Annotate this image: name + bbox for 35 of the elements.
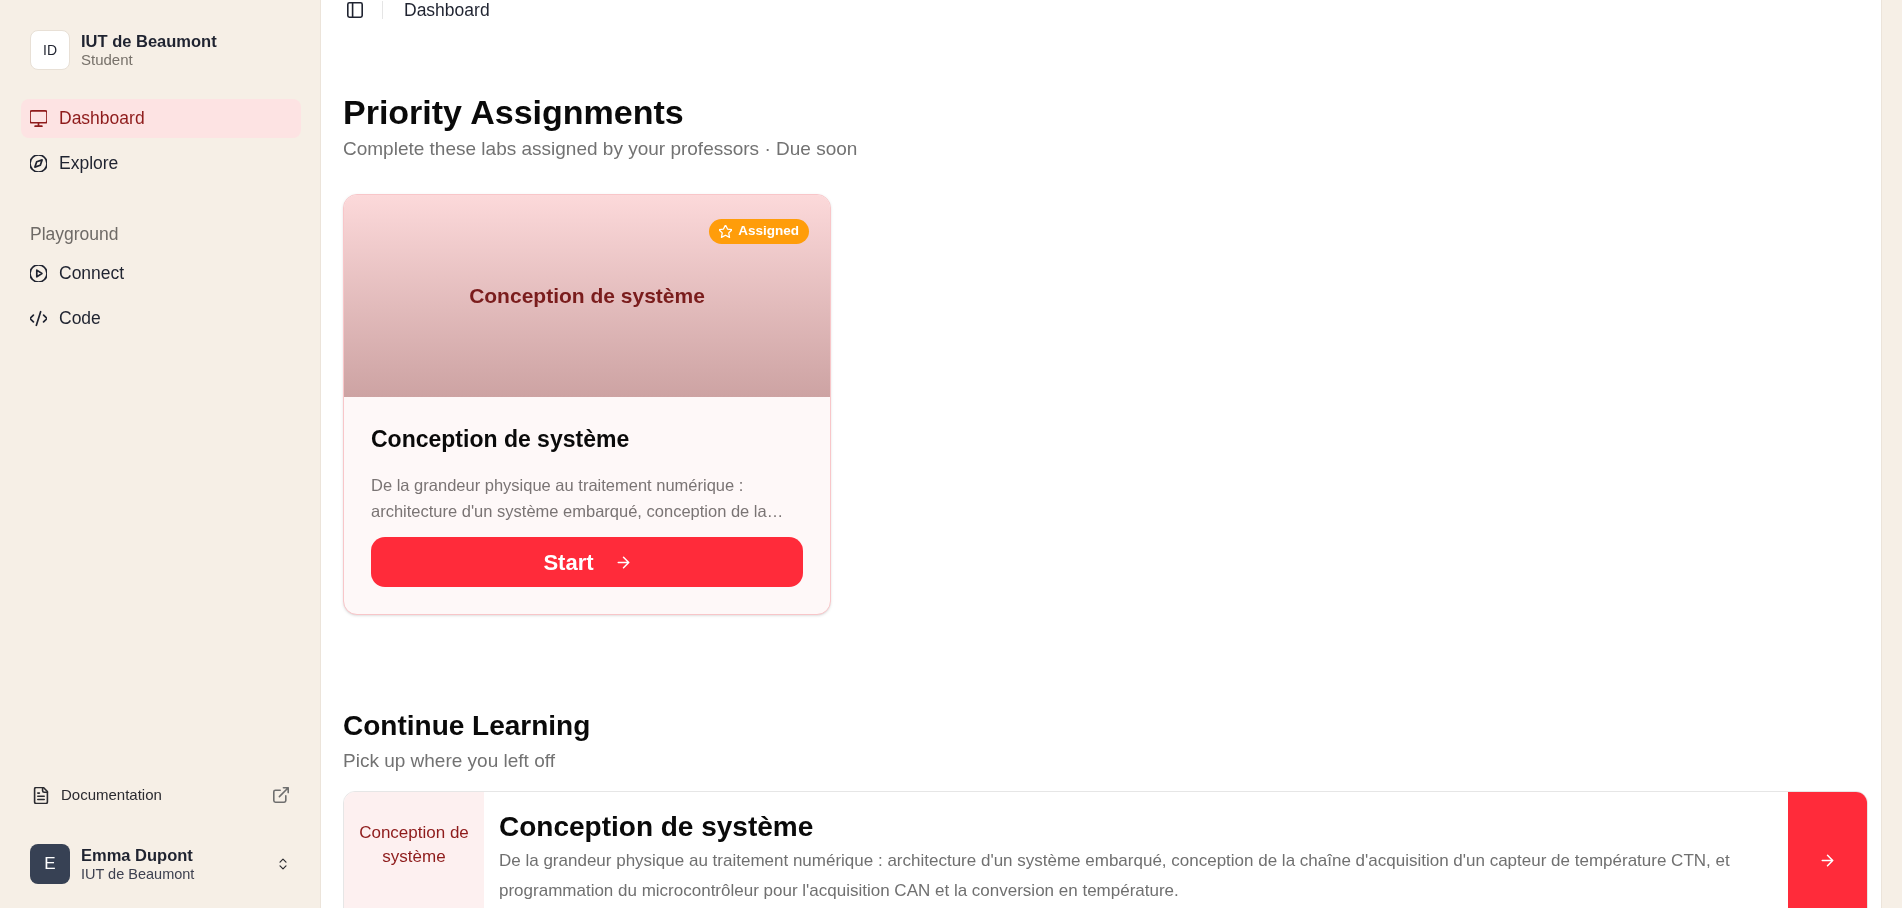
nav-item[interactable]: Connect xyxy=(21,254,301,293)
card-description: De la grandeur physique au traitement numérique : architecture d'un système embarqué, conception de la… xyxy=(371,475,785,522)
user-name: Emma Dupont xyxy=(81,845,194,865)
chevrons-up-down-icon[interactable] xyxy=(277,856,289,872)
document-icon xyxy=(33,786,49,804)
user-role: Student xyxy=(81,51,134,69)
breadcrumb: Dashboard xyxy=(404,0,490,22)
org-initials: ID xyxy=(30,30,70,70)
cover-title: Conception de système xyxy=(469,283,705,310)
user-org: IUT de Beaumont xyxy=(81,865,196,883)
sidebar-toggle-icon[interactable] xyxy=(347,2,363,18)
code-icon xyxy=(30,310,47,327)
section-subtitle: Complete these labs assigned by your professors · Due soon xyxy=(343,138,859,160)
external-link-icon xyxy=(273,787,289,803)
start-button[interactable]: Start xyxy=(371,537,803,587)
nav-item[interactable]: Explore xyxy=(21,144,301,183)
section-label: Playground xyxy=(29,224,120,244)
star-icon xyxy=(719,225,733,238)
section-subtitle: Pick up where you left off xyxy=(343,750,556,772)
card-title: Conception de système xyxy=(371,425,631,453)
course-description: De la grandeur physique au traitement numérique : architecture d'un système embarqué, conception de la chaîne d'acquisition d'un capteur de température CTN, et programmation du microcontrôleur pour l'acquisition CAN et la conversion en température. xyxy=(499,850,1731,902)
compass-icon xyxy=(30,155,47,172)
thumbnail-label: Conception de système xyxy=(358,822,470,868)
arrow-right-icon xyxy=(1820,853,1835,868)
nav-item[interactable]: Dashboard xyxy=(21,99,301,138)
status-label: Assigned xyxy=(738,222,799,241)
documentation-link[interactable]: Documentation xyxy=(21,779,301,811)
arrow-right-icon xyxy=(615,554,631,570)
nav-item[interactable]: Code xyxy=(21,299,301,338)
course-title: Conception de système xyxy=(499,811,815,843)
section-title: Continue Learning xyxy=(343,710,592,742)
section-title: Priority Assignments xyxy=(343,94,685,130)
monitor-icon xyxy=(30,110,47,127)
user-avatar: E xyxy=(30,844,70,884)
org-name: IUT de Beaumont xyxy=(81,31,217,51)
